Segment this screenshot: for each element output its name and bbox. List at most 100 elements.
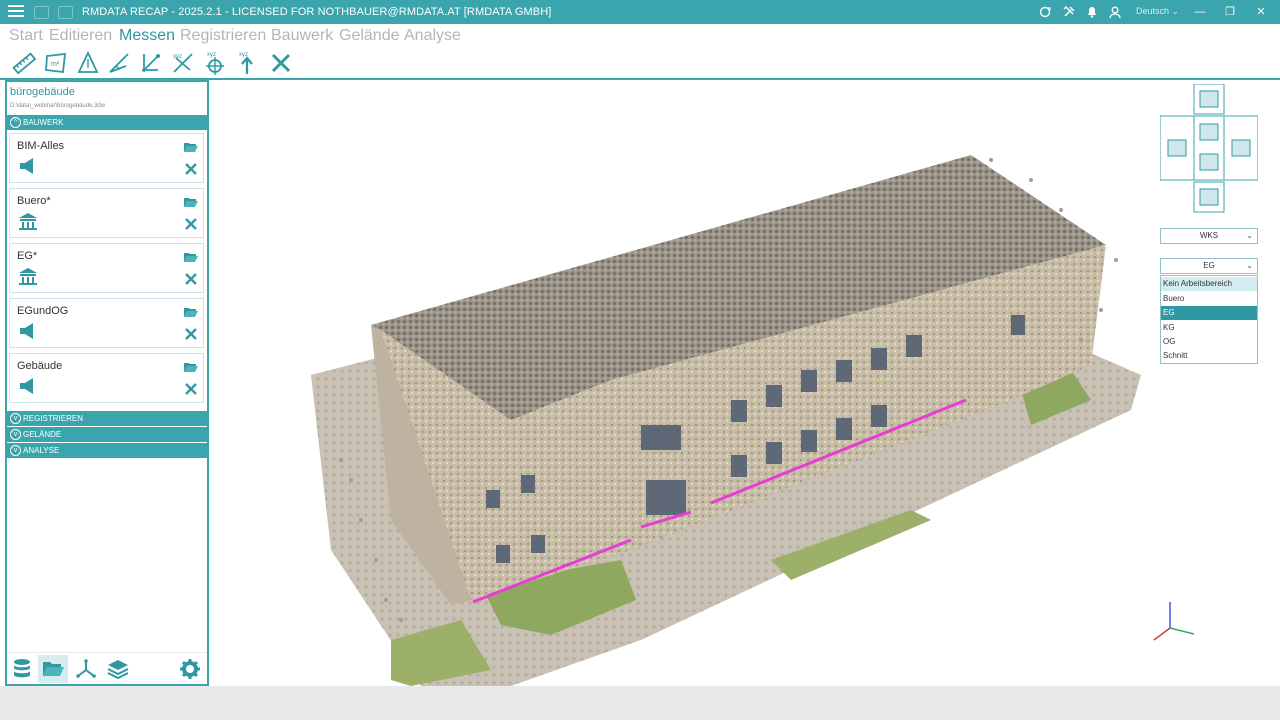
area-m2-label: m² <box>51 61 60 68</box>
folder-open-icon[interactable] <box>184 361 198 373</box>
chevron-down-icon: ⌄ <box>1171 6 1180 16</box>
coordinate-system-select[interactable]: WKS ⌄ <box>1160 228 1258 244</box>
tab-registrieren[interactable]: Registrieren <box>180 27 266 45</box>
tab-editieren[interactable]: Editieren <box>49 27 112 45</box>
coordinate-measure-icon[interactable] <box>138 50 164 76</box>
close-icon[interactable] <box>184 272 198 286</box>
language-label: Deutsch <box>1136 6 1170 16</box>
sync-icon[interactable] <box>1038 5 1052 19</box>
user-icon[interactable] <box>1108 5 1122 19</box>
close-window-button[interactable]: ✕ <box>1251 3 1271 21</box>
quick-access-save-icon[interactable] <box>34 6 49 19</box>
workspace-card[interactable]: Buero* <box>9 188 204 238</box>
building-icon <box>19 268 37 285</box>
project-path: D:\data\_webinar\bürogebäude.3dw <box>10 103 106 109</box>
folder-open-icon[interactable] <box>184 141 198 153</box>
workspace-card[interactable]: BIM-Alles <box>9 133 204 183</box>
dropdown-option[interactable]: OG <box>1161 335 1257 349</box>
tab-messen[interactable]: Messen <box>119 27 175 45</box>
tab-analyse[interactable]: Analyse <box>404 27 461 45</box>
workspace-name: Buero* <box>17 195 51 207</box>
dropdown-option[interactable]: EG <box>1161 306 1257 320</box>
settings-button[interactable] <box>175 655 205 683</box>
height-triangle-icon[interactable] <box>75 50 101 76</box>
dropdown-option[interactable]: Schnitt <box>1161 349 1257 363</box>
workspace-select-value: EG <box>1203 261 1215 270</box>
angle-icon[interactable] <box>106 50 132 76</box>
gear-icon <box>180 659 200 679</box>
axis-gizmo-icon <box>1153 602 1195 641</box>
xyz-point-icon[interactable]: xyz <box>202 50 228 76</box>
workspace-card[interactable]: EGundOG <box>9 298 204 348</box>
language-select[interactable]: Deutsch ⌄ <box>1136 6 1179 17</box>
axes-button[interactable] <box>71 655 101 683</box>
workspaces-button[interactable] <box>38 655 68 683</box>
workspace-panel: bürogebäude D:\data\_webinar\bürogebäude… <box>5 80 209 686</box>
view-right-icon <box>1231 139 1251 157</box>
tab-start[interactable]: Start <box>9 27 43 45</box>
workspace-card[interactable]: EG* <box>9 243 204 293</box>
workspace-name: Gebäude <box>17 360 63 372</box>
tab-bauwerk[interactable]: Bauwerk <box>271 27 333 45</box>
database-icon <box>14 659 30 678</box>
chevron-down-icon: v <box>10 429 21 440</box>
close-icon[interactable] <box>184 382 198 396</box>
view-cube[interactable] <box>1160 84 1258 214</box>
status-bar <box>0 686 1280 720</box>
view-front-icon <box>1199 153 1219 171</box>
minimize-button[interactable]: — <box>1190 3 1210 21</box>
workspace-name: EG* <box>17 250 38 262</box>
dropdown-option[interactable]: Buero <box>1161 292 1257 306</box>
megaphone-icon <box>20 378 33 394</box>
chevron-down-icon: v <box>10 445 21 456</box>
workspace-name: EGundOG <box>17 305 69 317</box>
close-icon[interactable] <box>184 327 198 341</box>
workspace-card[interactable]: Gebäude <box>9 353 204 403</box>
view-bottom-icon <box>1199 188 1219 206</box>
tab-gelaende[interactable]: Gelände <box>339 27 400 45</box>
ruler-icon[interactable] <box>11 50 37 76</box>
close-icon[interactable] <box>184 217 198 231</box>
tools-icon[interactable] <box>1062 5 1076 19</box>
view-back-icon <box>1199 123 1219 141</box>
section-gelaende[interactable]: v GELÄNDE <box>7 427 207 442</box>
restore-button[interactable]: ❐ <box>1220 3 1240 21</box>
panel-bottom-nav <box>7 652 207 685</box>
section-gelaende-label: GELÄNDE <box>23 430 62 439</box>
chevron-up-icon: ^ <box>10 117 21 128</box>
folder-open-icon[interactable] <box>184 251 198 263</box>
workspace-dropdown-list: Kein Arbeitsbereich Buero EG KG OG Schni… <box>1160 275 1258 364</box>
view-left-icon <box>1167 139 1187 157</box>
window-title: RMDATA RECAP - 2025.2.1 - LICENSED FOR N… <box>82 6 552 18</box>
section-analyse[interactable]: v ANALYSE <box>7 443 207 458</box>
chevron-down-icon: v <box>10 413 21 424</box>
database-button[interactable] <box>7 655 37 683</box>
folder-open-icon[interactable] <box>184 306 198 318</box>
slope-icon[interactable]: xyz <box>170 50 196 76</box>
section-bauwerk[interactable]: ^ BAUWERK <box>7 115 207 130</box>
layers-button[interactable] <box>103 655 133 683</box>
measure-toolbar: m² xyz xyz xyz <box>0 48 400 78</box>
section-registrieren[interactable]: v REGISTRIEREN <box>7 411 207 426</box>
dropdown-option[interactable]: KG <box>1161 321 1257 335</box>
dropdown-option[interactable]: Kein Arbeitsbereich <box>1161 277 1257 291</box>
menu-icon[interactable] <box>8 5 24 19</box>
megaphone-icon <box>20 158 33 174</box>
section-registrieren-label: REGISTRIEREN <box>23 414 84 423</box>
area-m2-icon[interactable]: m² <box>43 50 69 76</box>
3d-viewport[interactable] <box>211 80 1280 686</box>
close-icon[interactable] <box>268 50 294 76</box>
ribbon-tabs: Start Editieren Messen Registrieren Bauw… <box>0 24 600 48</box>
point-cloud-view[interactable] <box>211 80 1280 686</box>
notification-icon[interactable] <box>1085 5 1099 19</box>
section-analyse-label: ANALYSE <box>23 446 60 455</box>
close-icon[interactable] <box>184 162 198 176</box>
quick-access-undo-icon[interactable] <box>58 6 73 19</box>
folder-open-icon <box>43 662 64 676</box>
workspace-name: BIM-Alles <box>17 140 65 152</box>
folder-open-icon[interactable] <box>184 196 198 208</box>
workspace-select[interactable]: EG ⌄ <box>1160 258 1258 274</box>
xyz-height-icon[interactable]: xyz <box>234 50 260 76</box>
chevron-down-icon: ⌄ <box>1246 231 1253 240</box>
chevron-down-icon: ⌄ <box>1246 261 1253 270</box>
